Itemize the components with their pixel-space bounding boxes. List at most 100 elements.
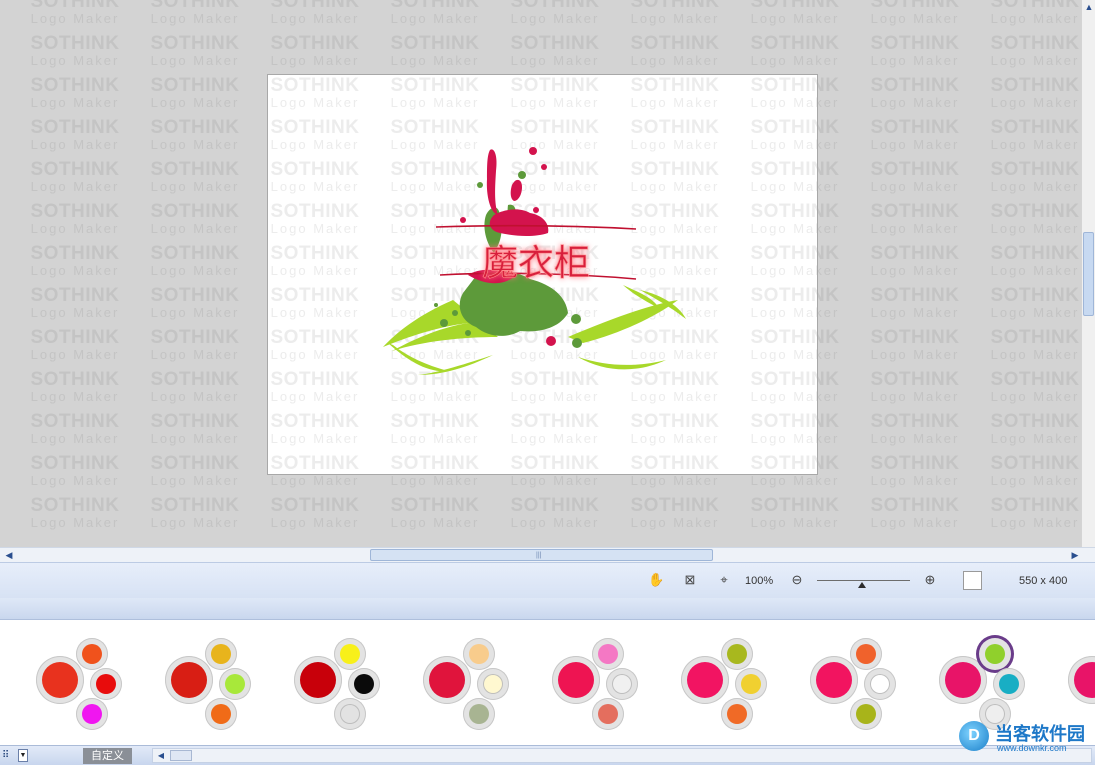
swatch-top[interactable] bbox=[334, 638, 366, 670]
scroll-right-arrow-icon[interactable]: ▶ bbox=[1068, 548, 1082, 562]
watermark-title: SOTHINK bbox=[990, 0, 1080, 12]
swatch-right[interactable] bbox=[477, 668, 509, 700]
horizontal-scroll-thumb[interactable]: ||| bbox=[370, 549, 713, 561]
palette-scroll-left-icon[interactable]: ◀ bbox=[154, 749, 168, 763]
swatch-top[interactable] bbox=[979, 638, 1011, 670]
horizontal-scrollbar[interactable]: ◀ ||| ▶ bbox=[0, 547, 1095, 562]
watermark-tile: SOTHINKLogo Maker bbox=[375, 0, 495, 25]
watermark-subtitle: Logo Maker bbox=[30, 179, 120, 194]
swatch-bottom[interactable] bbox=[205, 698, 237, 730]
watermark-subtitle: Logo Maker bbox=[150, 389, 240, 404]
watermark-subtitle: Logo Maker bbox=[990, 95, 1080, 110]
swatch-bottom[interactable] bbox=[76, 698, 108, 730]
swatch-main[interactable] bbox=[681, 656, 729, 704]
background-color-button[interactable] bbox=[963, 571, 982, 590]
swatch-right[interactable] bbox=[90, 668, 122, 700]
swatch-main[interactable] bbox=[36, 656, 84, 704]
watermark-tile: SOTHINKLogo Maker bbox=[255, 0, 375, 25]
swatch-right[interactable] bbox=[348, 668, 380, 700]
color-scheme-4[interactable] bbox=[423, 632, 513, 730]
status-bar: ✋ ⊠ ⌖ 100% ⊖ ⊕ 550 x 400 bbox=[0, 562, 1095, 598]
watermark-title: SOTHINK bbox=[390, 0, 480, 12]
design-workspace[interactable]: SOTHINK Logo Maker SOTHINK Logo Maker SOTHIN… bbox=[0, 0, 1081, 547]
swatch-right[interactable] bbox=[219, 668, 251, 700]
palette-scrollbar[interactable]: ◀ bbox=[152, 748, 1092, 763]
swatch-top[interactable] bbox=[592, 638, 624, 670]
fit-to-window-icon[interactable]: ⊠ bbox=[682, 572, 698, 588]
swatch-top[interactable] bbox=[721, 638, 753, 670]
watermark-tile: SOTHINKLogo Maker bbox=[975, 244, 1081, 277]
watermark-subtitle: Logo Maker bbox=[990, 431, 1080, 446]
scroll-left-arrow-icon[interactable]: ◀ bbox=[2, 548, 16, 562]
watermark-title: SOTHINK bbox=[870, 369, 960, 390]
swatch-top[interactable] bbox=[205, 638, 237, 670]
zoom-slider[interactable] bbox=[817, 571, 910, 591]
partial-color-scheme[interactable] bbox=[1068, 656, 1095, 704]
zoom-slider-handle[interactable] bbox=[858, 582, 866, 588]
watermark-tile: SOTHINKLogo Maker bbox=[15, 76, 135, 109]
watermark-subtitle: Logo Maker bbox=[30, 305, 120, 320]
swatch-top-color bbox=[727, 644, 747, 664]
vertical-scrollbar[interactable]: ▲ bbox=[1081, 0, 1095, 547]
watermark-tile: SOTHINKLogo Maker bbox=[15, 370, 135, 403]
swatch-right[interactable] bbox=[606, 668, 638, 700]
color-scheme-5[interactable] bbox=[552, 632, 642, 730]
watermark-title: SOTHINK bbox=[30, 0, 120, 12]
swatch-top[interactable] bbox=[850, 638, 882, 670]
watermark-subtitle: Logo Maker bbox=[990, 11, 1080, 26]
lime-swoosh-right bbox=[568, 285, 686, 370]
swatch-right-color bbox=[96, 674, 116, 694]
swatch-main[interactable] bbox=[294, 656, 342, 704]
watermark-tile: SOTHINKLogo Maker bbox=[975, 34, 1081, 67]
logo-canvas[interactable]: SOTHINK Logo Maker SOTHINK Logo Maker SOTHIN… bbox=[267, 74, 818, 475]
watermark-title: SOTHINK bbox=[30, 117, 120, 138]
swatch-main[interactable] bbox=[552, 656, 600, 704]
watermark-title: SOTHINK bbox=[750, 0, 840, 12]
zoom-in-icon[interactable]: ⊕ bbox=[922, 572, 938, 588]
swatch-main[interactable] bbox=[423, 656, 471, 704]
color-scheme-6[interactable] bbox=[681, 632, 771, 730]
color-scheme-7[interactable] bbox=[810, 632, 900, 730]
watermark-subtitle: Logo Maker bbox=[630, 515, 720, 530]
swatch-right[interactable] bbox=[864, 668, 896, 700]
watermark-tile: SOTHINKLogo Maker bbox=[855, 328, 975, 361]
actual-size-icon[interactable]: ⌖ bbox=[716, 572, 732, 588]
scroll-up-arrow-icon[interactable]: ▲ bbox=[1082, 0, 1095, 14]
watermark-title: SOTHINK bbox=[990, 75, 1080, 96]
watermark-tile: SOTHINKLogo Maker bbox=[495, 0, 615, 25]
watermark-tile: SOTHINKLogo Maker bbox=[975, 160, 1081, 193]
zoom-out-icon[interactable]: ⊖ bbox=[789, 572, 805, 588]
hand-tool-icon[interactable]: ✋ bbox=[648, 572, 664, 588]
partial-swatch-color bbox=[1074, 662, 1095, 698]
watermark-subtitle: Logo Maker bbox=[510, 473, 600, 488]
watermark-subtitle: Logo Maker bbox=[870, 431, 960, 446]
vertical-scroll-thumb[interactable] bbox=[1083, 232, 1094, 316]
color-scheme-1[interactable] bbox=[36, 632, 126, 730]
logo-title-text[interactable]: 魔衣柜 bbox=[482, 243, 591, 285]
watermark-tile: SOTHINKLogo Maker bbox=[975, 286, 1081, 319]
logo-artwork[interactable]: 魔衣柜 bbox=[268, 75, 817, 474]
grid-view-icon[interactable]: ⠿ bbox=[2, 750, 16, 762]
watermark-subtitle: Logo Maker bbox=[870, 305, 960, 320]
swatch-bottom[interactable] bbox=[334, 698, 366, 730]
color-scheme-2[interactable] bbox=[165, 632, 255, 730]
swatch-top[interactable] bbox=[76, 638, 108, 670]
swatch-bottom[interactable] bbox=[463, 698, 495, 730]
swatch-main[interactable] bbox=[810, 656, 858, 704]
swatch-bottom[interactable] bbox=[850, 698, 882, 730]
color-scheme-3[interactable] bbox=[294, 632, 384, 730]
palette-scroll-thumb[interactable] bbox=[170, 750, 192, 761]
swatch-top[interactable] bbox=[463, 638, 495, 670]
swatch-main[interactable] bbox=[165, 656, 213, 704]
watermark-subtitle: Logo Maker bbox=[30, 473, 120, 488]
swatch-right[interactable] bbox=[993, 668, 1025, 700]
color-scheme-8[interactable] bbox=[939, 632, 1029, 730]
palette-dropdown-button[interactable]: ▼ bbox=[18, 749, 28, 762]
swatch-bottom[interactable] bbox=[592, 698, 624, 730]
watermark-title: SOTHINK bbox=[870, 159, 960, 180]
swatch-bottom[interactable] bbox=[721, 698, 753, 730]
custom-palette-tab[interactable]: 自定义 bbox=[83, 748, 132, 764]
watermark-subtitle: Logo Maker bbox=[990, 263, 1080, 278]
swatch-main[interactable] bbox=[939, 656, 987, 704]
swatch-right[interactable] bbox=[735, 668, 767, 700]
